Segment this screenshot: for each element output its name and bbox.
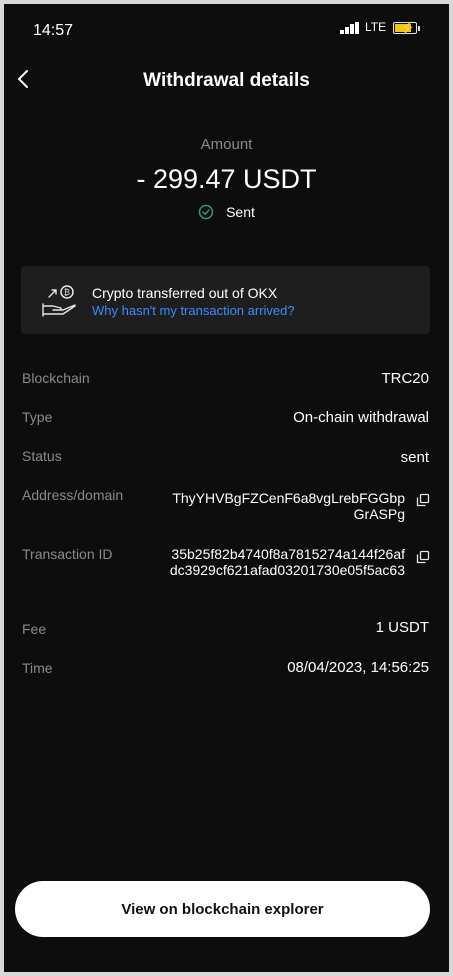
app-screen: 14:57 LTE ⚡ Withdrawal details Amount - … — [4, 4, 449, 972]
signal-icon — [340, 22, 362, 34]
blockchain-label: Blockchain — [22, 370, 90, 386]
status-bar: 14:57 LTE ⚡ — [4, 4, 449, 56]
status-time: 14:57 — [33, 22, 74, 39]
fee-value: 1 USDT — [375, 619, 429, 636]
page-title: Withdrawal details — [143, 70, 310, 91]
check-circle-icon — [198, 204, 214, 220]
time-value: 08/04/2023, 14:56:25 — [287, 659, 429, 676]
svg-text:₿: ₿ — [64, 288, 70, 297]
blockchain-value: TRC20 — [381, 370, 429, 387]
top-bar: Withdrawal details — [4, 56, 449, 106]
battery-charging-icon: ⚡ — [393, 21, 420, 35]
amount-value: - 299.47 USDT — [136, 164, 317, 194]
transfer-notice-card: ₿ Crypto transferred out of OKX Why hasn… — [21, 266, 430, 334]
view-on-explorer-button[interactable]: View on blockchain explorer — [15, 881, 430, 937]
type-label: Type — [22, 409, 53, 425]
transaction-status: Sent — [4, 204, 449, 220]
time-label: Time — [22, 660, 53, 676]
notice-title: Crypto transferred out of OKX — [92, 285, 278, 301]
address-value: ThyYHVBgFZCenF6a8vgLrebFGGbpGrASPg — [172, 490, 405, 522]
amount-label: Amount — [200, 136, 253, 153]
transaction-id-label: Transaction ID — [22, 546, 113, 562]
fee-label: Fee — [22, 621, 47, 637]
status-label: Status — [22, 448, 62, 464]
copy-icon[interactable] — [416, 493, 430, 507]
copy-icon[interactable] — [416, 550, 430, 564]
address-label: Address/domain — [22, 487, 124, 503]
transaction-help-link[interactable]: Why hasn't my transaction arrived? — [92, 303, 295, 318]
type-value: On-chain withdrawal — [293, 409, 429, 426]
status-value: sent — [400, 449, 429, 466]
crypto-transfer-hand-icon: ₿ — [42, 285, 76, 317]
network-type: LTE — [365, 20, 387, 34]
transaction-id-value: 35b25f82b4740f8a7815274a144f26afdc3929cf… — [169, 546, 405, 578]
status-text: Sent — [226, 204, 255, 220]
